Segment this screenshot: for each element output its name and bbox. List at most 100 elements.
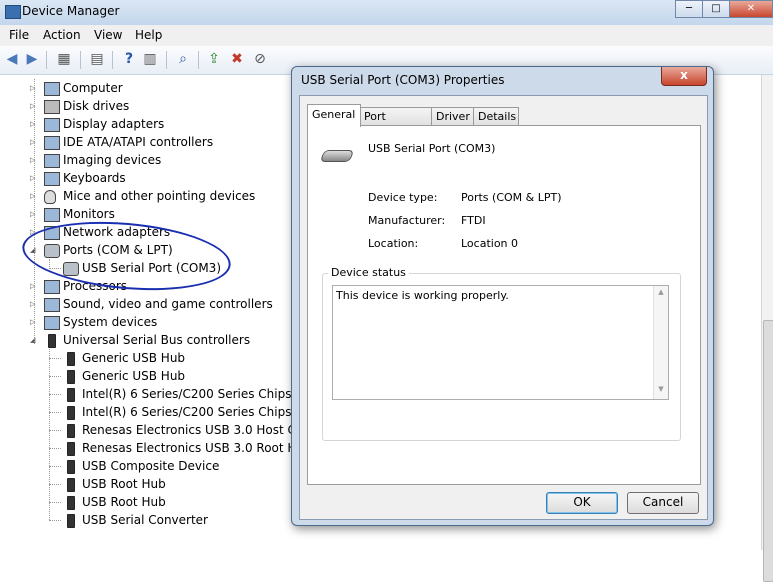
menu-view[interactable]: View bbox=[94, 28, 122, 42]
tree-connector bbox=[49, 520, 61, 521]
device-status-text: This device is working properly. bbox=[336, 289, 509, 302]
speaker-icon bbox=[44, 298, 60, 312]
usb-icon bbox=[67, 406, 75, 420]
tab-port-settings[interactable]: Port Settings bbox=[359, 107, 433, 141]
maximize-button[interactable]: □ bbox=[702, 0, 730, 18]
tree-category-item[interactable]: Display adapters bbox=[63, 115, 164, 133]
device-name: USB Serial Port (COM3) bbox=[368, 142, 496, 155]
tree-connector bbox=[49, 466, 61, 467]
manufacturer-value: FTDI bbox=[461, 214, 486, 227]
uninstall-icon[interactable]: ✖ bbox=[229, 51, 245, 67]
status-scrollbar[interactable]: ▲ ▼ bbox=[653, 286, 668, 399]
tree-category-item[interactable]: System devices bbox=[63, 313, 157, 331]
usb-icon bbox=[67, 388, 75, 402]
ide-icon bbox=[44, 136, 60, 150]
tree-category-item[interactable]: Universal Serial Bus controllers bbox=[63, 331, 250, 349]
dialog-close-button[interactable]: x bbox=[661, 67, 707, 86]
device-type-label: Device type: bbox=[368, 191, 438, 204]
computer-icon bbox=[44, 82, 60, 96]
tab-driver[interactable]: Driver bbox=[431, 107, 475, 126]
tree-device-item[interactable]: USB Root Hub bbox=[82, 493, 166, 511]
disable-device-icon[interactable]: ⊘ bbox=[252, 51, 268, 67]
cpu-icon bbox=[44, 280, 60, 294]
tree-device-item[interactable]: USB Composite Device bbox=[82, 457, 219, 475]
device-manager-icon bbox=[5, 5, 21, 19]
general-tab-panel: USB Serial Port (COM3) Device type: Port… bbox=[307, 125, 701, 485]
tree-category-item[interactable]: Mice and other pointing devices bbox=[63, 187, 255, 205]
window-controls: ─ □ ✕ bbox=[675, 0, 773, 18]
tree-scrollbar[interactable] bbox=[761, 75, 773, 582]
scan-hardware-icon[interactable]: ⌕ bbox=[175, 51, 191, 67]
tree-category-item[interactable]: Imaging devices bbox=[63, 151, 161, 169]
tab-general[interactable]: General bbox=[307, 104, 361, 127]
device-status-textbox[interactable]: This device is working properly. ▲ ▼ bbox=[332, 285, 669, 400]
usb-icon bbox=[67, 514, 75, 528]
tree-category-item[interactable]: IDE ATA/ATAPI controllers bbox=[63, 133, 213, 151]
dialog-title: USB Serial Port (COM3) Properties bbox=[301, 73, 505, 87]
system-icon bbox=[44, 316, 60, 330]
cancel-button[interactable]: Cancel bbox=[627, 492, 699, 514]
device-type-value: Ports (COM & LPT) bbox=[461, 191, 562, 204]
dialog-body: General Port Settings Driver Details USB… bbox=[299, 95, 708, 520]
minimize-button[interactable]: ─ bbox=[675, 0, 703, 18]
tree-connector bbox=[34, 79, 35, 344]
location-value: Location 0 bbox=[461, 237, 519, 250]
usb-icon bbox=[67, 460, 75, 474]
tree-connector bbox=[49, 412, 61, 413]
manufacturer-label: Manufacturer: bbox=[368, 214, 446, 227]
tree-device-item[interactable]: Generic USB Hub bbox=[82, 367, 185, 385]
close-button[interactable]: ✕ bbox=[729, 0, 773, 18]
title-bar: Device Manager ─ □ ✕ bbox=[0, 0, 773, 26]
disk-icon bbox=[44, 100, 60, 114]
view-icon[interactable]: ▥ bbox=[142, 51, 158, 67]
tree-connector bbox=[49, 430, 61, 431]
menu-action[interactable]: Action bbox=[43, 28, 81, 42]
scroll-up-icon[interactable]: ▲ bbox=[654, 288, 668, 300]
tree-connector bbox=[49, 448, 61, 449]
tree-device-item[interactable]: USB Root Hub bbox=[82, 475, 166, 493]
usb-icon bbox=[67, 478, 75, 492]
device-status-label: Device status bbox=[328, 266, 409, 279]
tree-category-item[interactable]: Computer bbox=[63, 79, 123, 97]
keyboard-icon bbox=[44, 172, 60, 186]
usb-icon bbox=[48, 334, 56, 348]
scroll-down-icon[interactable]: ▼ bbox=[654, 385, 668, 397]
tree-connector bbox=[49, 394, 61, 395]
properties-dialog: USB Serial Port (COM3) Properties x Gene… bbox=[291, 66, 714, 526]
window-title: Device Manager bbox=[22, 4, 120, 18]
menu-bar: File Action View Help bbox=[0, 25, 773, 46]
usb-icon bbox=[67, 496, 75, 510]
tree-device-item[interactable]: USB Serial Converter bbox=[82, 511, 208, 529]
tree-connector bbox=[49, 484, 61, 485]
device-tree: Computer ▷ Disk drives ▷ Display adapters ▷ ID… bbox=[0, 75, 332, 550]
toolbar-separator bbox=[166, 51, 167, 69]
usb-icon bbox=[67, 442, 75, 456]
help-icon[interactable]: ? bbox=[121, 51, 137, 67]
forward-arrow-icon[interactable]: ▶ bbox=[24, 51, 40, 67]
tree-category-item[interactable]: Monitors bbox=[63, 205, 115, 223]
console-tree-icon[interactable]: ▦ bbox=[56, 51, 72, 67]
ok-button[interactable]: OK bbox=[546, 492, 618, 514]
display-icon bbox=[44, 118, 60, 132]
tree-device-item[interactable]: Generic USB Hub bbox=[82, 349, 185, 367]
tree-connector bbox=[49, 358, 61, 359]
location-label: Location: bbox=[368, 237, 419, 250]
usb-icon bbox=[67, 424, 75, 438]
tree-category-item[interactable]: Disk drives bbox=[63, 97, 129, 115]
menu-help[interactable]: Help bbox=[135, 28, 162, 42]
monitor-icon bbox=[44, 208, 60, 222]
scrollbar-thumb[interactable] bbox=[763, 320, 773, 582]
tree-device-item[interactable]: Renesas Electronics USB 3.0 Root Hub bbox=[82, 439, 312, 457]
mouse-icon bbox=[44, 190, 56, 204]
tree-category-item[interactable]: Sound, video and game controllers bbox=[63, 295, 273, 313]
menu-file[interactable]: File bbox=[9, 28, 29, 42]
toolbar-separator bbox=[46, 51, 47, 69]
tab-details[interactable]: Details bbox=[473, 107, 519, 126]
toolbar-separator bbox=[112, 51, 113, 69]
back-arrow-icon[interactable]: ◀ bbox=[4, 51, 20, 67]
update-driver-icon[interactable]: ⇪ bbox=[206, 51, 222, 67]
usb-icon bbox=[67, 352, 75, 366]
toolbar-separator bbox=[80, 51, 81, 69]
tree-category-item[interactable]: Keyboards bbox=[63, 169, 126, 187]
properties-icon[interactable]: ▤ bbox=[89, 51, 105, 67]
